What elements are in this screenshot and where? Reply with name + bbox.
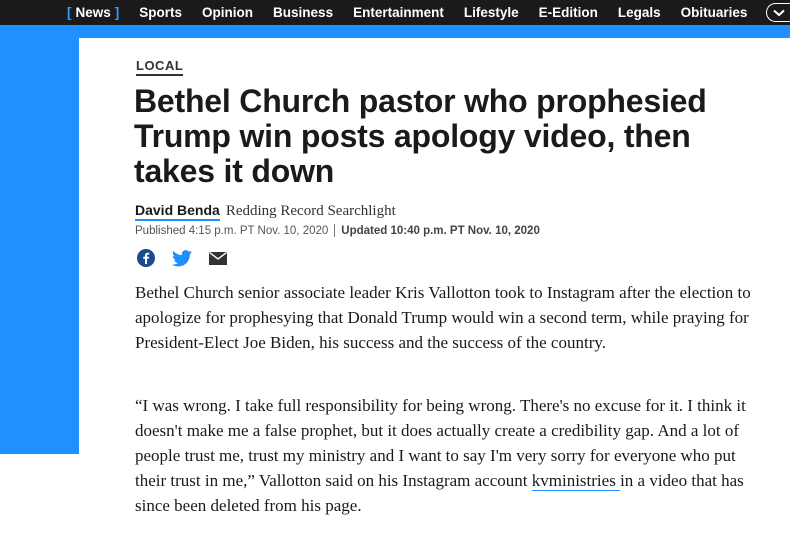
nav-item-lifestyle[interactable]: Lifestyle [464,5,519,20]
kvministries-link[interactable]: kvministries [531,471,621,491]
byline: David Benda Redding Record Searchlight [135,202,396,221]
nav-item-e-edition[interactable]: E-Edition [539,5,598,20]
author-link[interactable]: David Benda [135,202,220,221]
source-name: Redding Record Searchlight [225,203,396,219]
nav-menu: [News] Sports Opinion Business Entertain… [67,0,767,25]
accent-band [0,25,790,38]
article-paragraph-1: Bethel Church senior associate leader Kr… [135,283,751,352]
nav-item-business[interactable]: Business [273,5,333,20]
top-navigation-bar: [News] Sports Opinion Business Entertain… [0,0,790,25]
twitter-icon[interactable] [172,248,192,268]
active-bracket-close: ] [114,5,120,20]
updated-date: Updated 10:40 p.m. PT Nov. 10, 2020 [341,224,540,237]
more-menu-button[interactable] [766,3,790,22]
chevron-down-icon [772,9,785,16]
facebook-icon[interactable] [136,248,156,268]
article-paragraph-2: “I was wrong. I take full responsibility… [135,393,755,518]
nav-item-obituaries[interactable]: Obituaries [681,5,748,20]
nav-item-entertainment[interactable]: Entertainment [353,5,444,20]
accent-side-panel [0,38,79,454]
nav-item-sports[interactable]: Sports [139,5,182,20]
active-bracket-open: [ [67,5,72,20]
dateline: Published 4:15 p.m. PT Nov. 10, 2020 Upd… [135,224,540,237]
published-date: Published 4:15 p.m. PT Nov. 10, 2020 [135,224,329,237]
email-icon[interactable] [208,248,228,268]
share-bar [136,248,244,268]
nav-item-legals[interactable]: Legals [618,5,661,20]
headline: Bethel Church pastor who prophesied Trum… [134,83,707,189]
nav-item-label: News [75,5,111,20]
nav-item-opinion[interactable]: Opinion [202,5,253,20]
date-divider [334,224,336,237]
section-label[interactable]: LOCAL [136,59,184,76]
nav-item-news[interactable]: [News] [67,5,119,20]
